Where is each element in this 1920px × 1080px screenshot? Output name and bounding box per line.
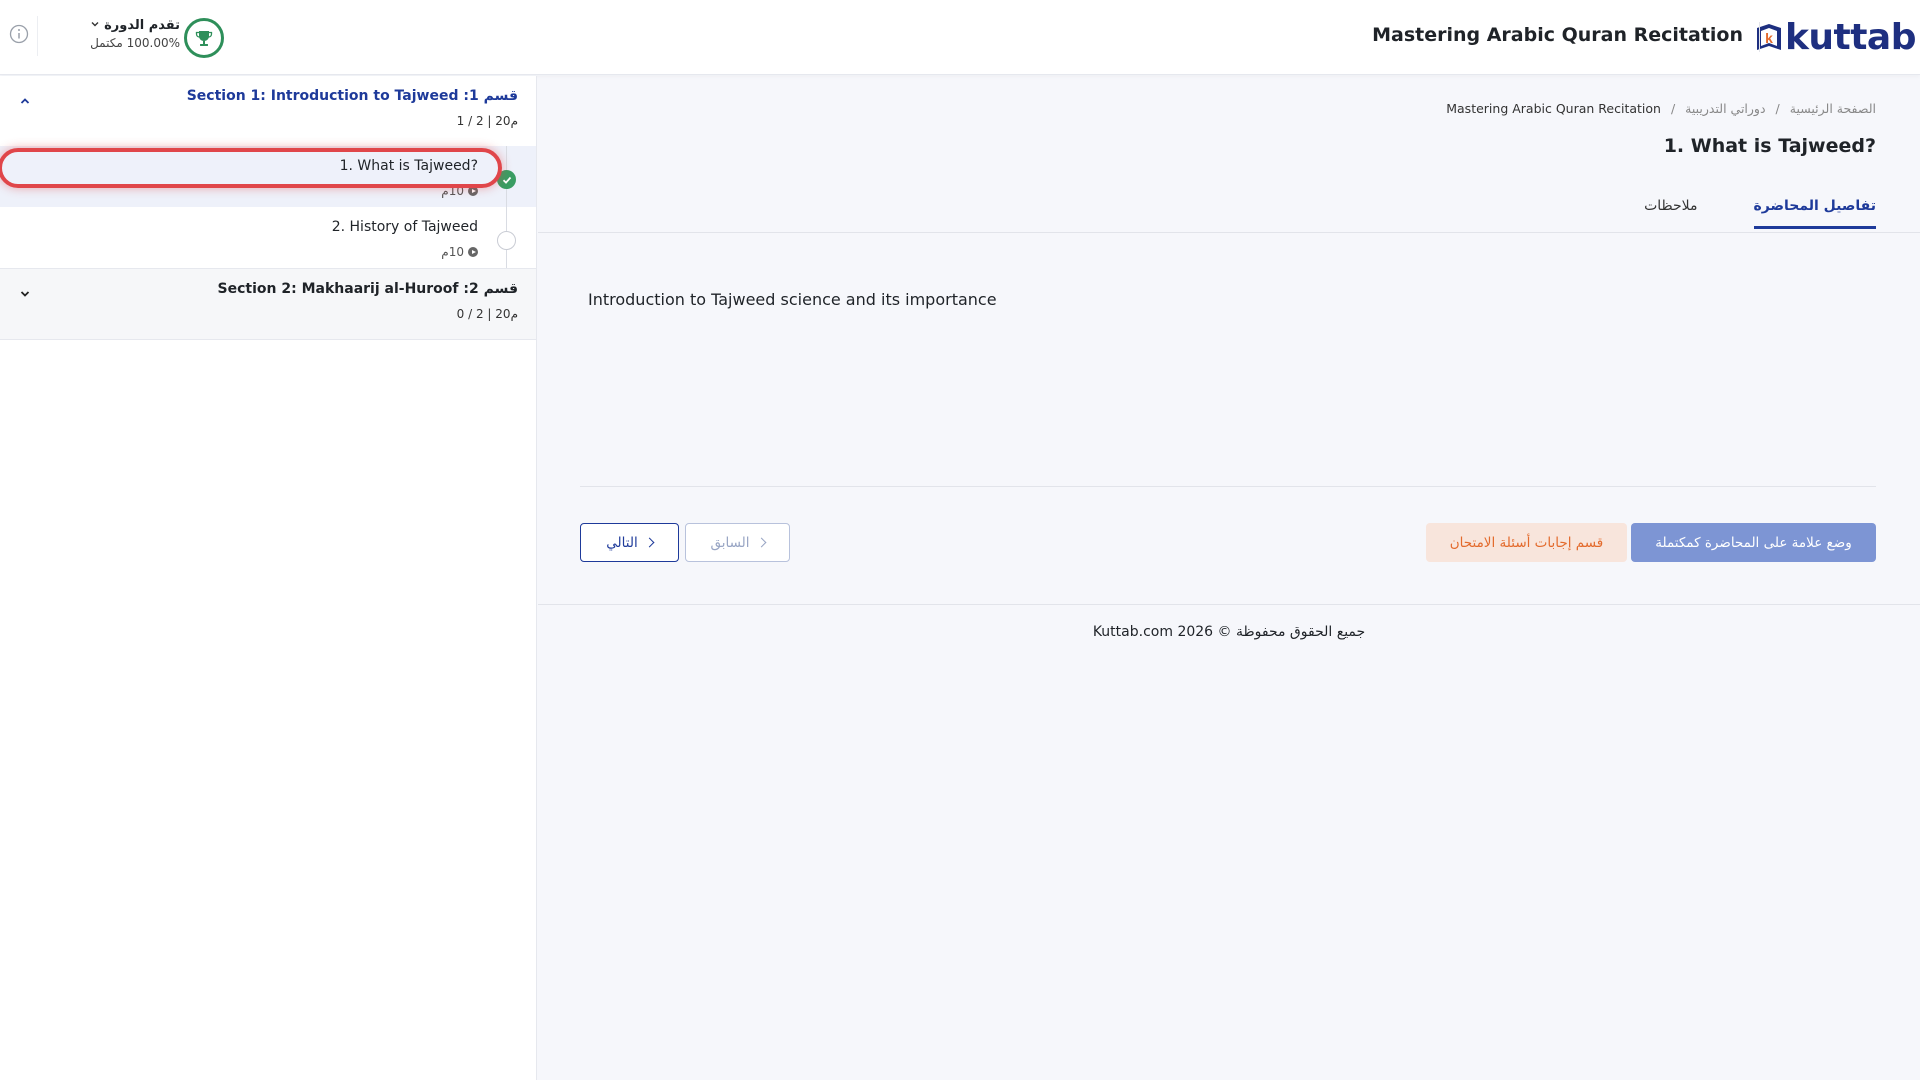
breadcrumb-separator: / — [1670, 101, 1676, 116]
previous-label: السابق — [710, 534, 750, 551]
section-1-meta: 1 / 2 | 20م — [456, 114, 518, 128]
progress-label: تقدم الدورة — [104, 18, 180, 33]
next-button[interactable]: التالي — [580, 523, 679, 562]
lecture-2-duration-text: 10م — [441, 245, 464, 259]
tabs-divider — [538, 232, 1920, 233]
section-2-header[interactable]: قسم 2: Section 2: Makhaarij al-Huroof 0 … — [0, 269, 536, 339]
chevron-down-icon — [90, 18, 100, 33]
empty-circle-icon[interactable] — [497, 231, 516, 250]
chevron-right-icon — [756, 537, 766, 548]
lecture-content: الصفحة الرئيسية / دوراتي التدريبية / Mas… — [538, 76, 1920, 1080]
footer-divider — [538, 604, 1920, 605]
section-1: قسم 1: Section 1: Introduction to Tajwee… — [0, 76, 536, 269]
info-button[interactable] — [0, 16, 38, 56]
section-1-title: قسم 1: Section 1: Introduction to Tajwee… — [186, 88, 518, 104]
play-icon — [468, 247, 478, 257]
curriculum-sidebar: قسم 1: Section 1: Introduction to Tajwee… — [0, 76, 537, 1080]
chevron-right-icon — [644, 537, 655, 548]
chevron-down-icon[interactable] — [16, 285, 34, 303]
progress-label-row: تقدم الدورة — [84, 18, 180, 33]
lecture-item-2[interactable]: 2. History of Tajweed 10م — [0, 207, 536, 268]
breadcrumb: الصفحة الرئيسية / دوراتي التدريبية / Mas… — [1446, 101, 1876, 116]
breadcrumb-my-courses[interactable]: دوراتي التدريبية — [1685, 101, 1765, 116]
header-divider — [1759, 22, 1760, 52]
lecture-1-duration: 10م — [441, 184, 478, 198]
top-header: k kuttab Mastering Arabic Quran Recitati… — [0, 0, 1920, 75]
lecture-1-title: 1. What is Tajweed? — [339, 158, 478, 174]
next-label: التالي — [606, 534, 638, 551]
check-circle-icon[interactable] — [497, 170, 516, 189]
svg-text:k: k — [1765, 30, 1773, 46]
quiz-answers-button[interactable]: قسم إجابات أسئلة الامتحان — [1426, 523, 1627, 562]
tab-lecture-details[interactable]: تفاصيل المحاضرة — [1753, 178, 1876, 229]
kuttab-logo[interactable]: k kuttab — [1755, 17, 1917, 58]
tab-notes[interactable]: ملاحظات — [1644, 178, 1697, 218]
section-2: قسم 2: Section 2: Makhaarij al-Huroof 0 … — [0, 269, 536, 340]
chevron-up-icon[interactable] — [16, 92, 34, 110]
progress-value: 100.00% مكتمل — [90, 36, 180, 50]
page-title: 1. What is Tajweed? — [1663, 135, 1876, 157]
section-1-header[interactable]: قسم 1: Section 1: Introduction to Tajwee… — [0, 76, 536, 146]
course-title: Mastering Arabic Quran Recitation — [1372, 24, 1743, 46]
mark-complete-button[interactable]: وضع علامة على المحاضرة كمكتملة — [1631, 523, 1876, 562]
lecture-tabs: تفاصيل المحاضرة ملاحظات — [1644, 178, 1876, 229]
logo-text: kuttab — [1784, 17, 1917, 58]
trophy-icon — [184, 18, 224, 58]
course-progress-dropdown[interactable]: تقدم الدورة 100.00% مكتمل — [84, 18, 180, 50]
lecture-item-1[interactable]: 1. What is Tajweed? 10م — [0, 146, 536, 207]
play-icon — [468, 186, 478, 196]
lecture-1-duration-text: 10م — [441, 184, 464, 198]
breadcrumb-separator: / — [1775, 101, 1780, 116]
section-2-title: قسم 2: Section 2: Makhaarij al-Huroof — [217, 281, 518, 297]
lecture-description: Introduction to Tajweed science and its … — [588, 290, 997, 309]
info-icon — [9, 24, 29, 48]
lecture-2-title: 2. History of Tajweed — [331, 219, 478, 235]
breadcrumb-home[interactable]: الصفحة الرئيسية — [1790, 101, 1876, 116]
lecture-2-duration: 10م — [441, 245, 478, 259]
content-divider — [580, 486, 1876, 487]
section-2-meta: 0 / 2 | 20م — [456, 307, 518, 321]
footer-copyright: جميع الحقوق محفوظة © 2026 Kuttab.com — [1092, 624, 1366, 640]
breadcrumb-current: Mastering Arabic Quran Recitation — [1446, 101, 1661, 116]
previous-button[interactable]: السابق — [685, 523, 790, 562]
